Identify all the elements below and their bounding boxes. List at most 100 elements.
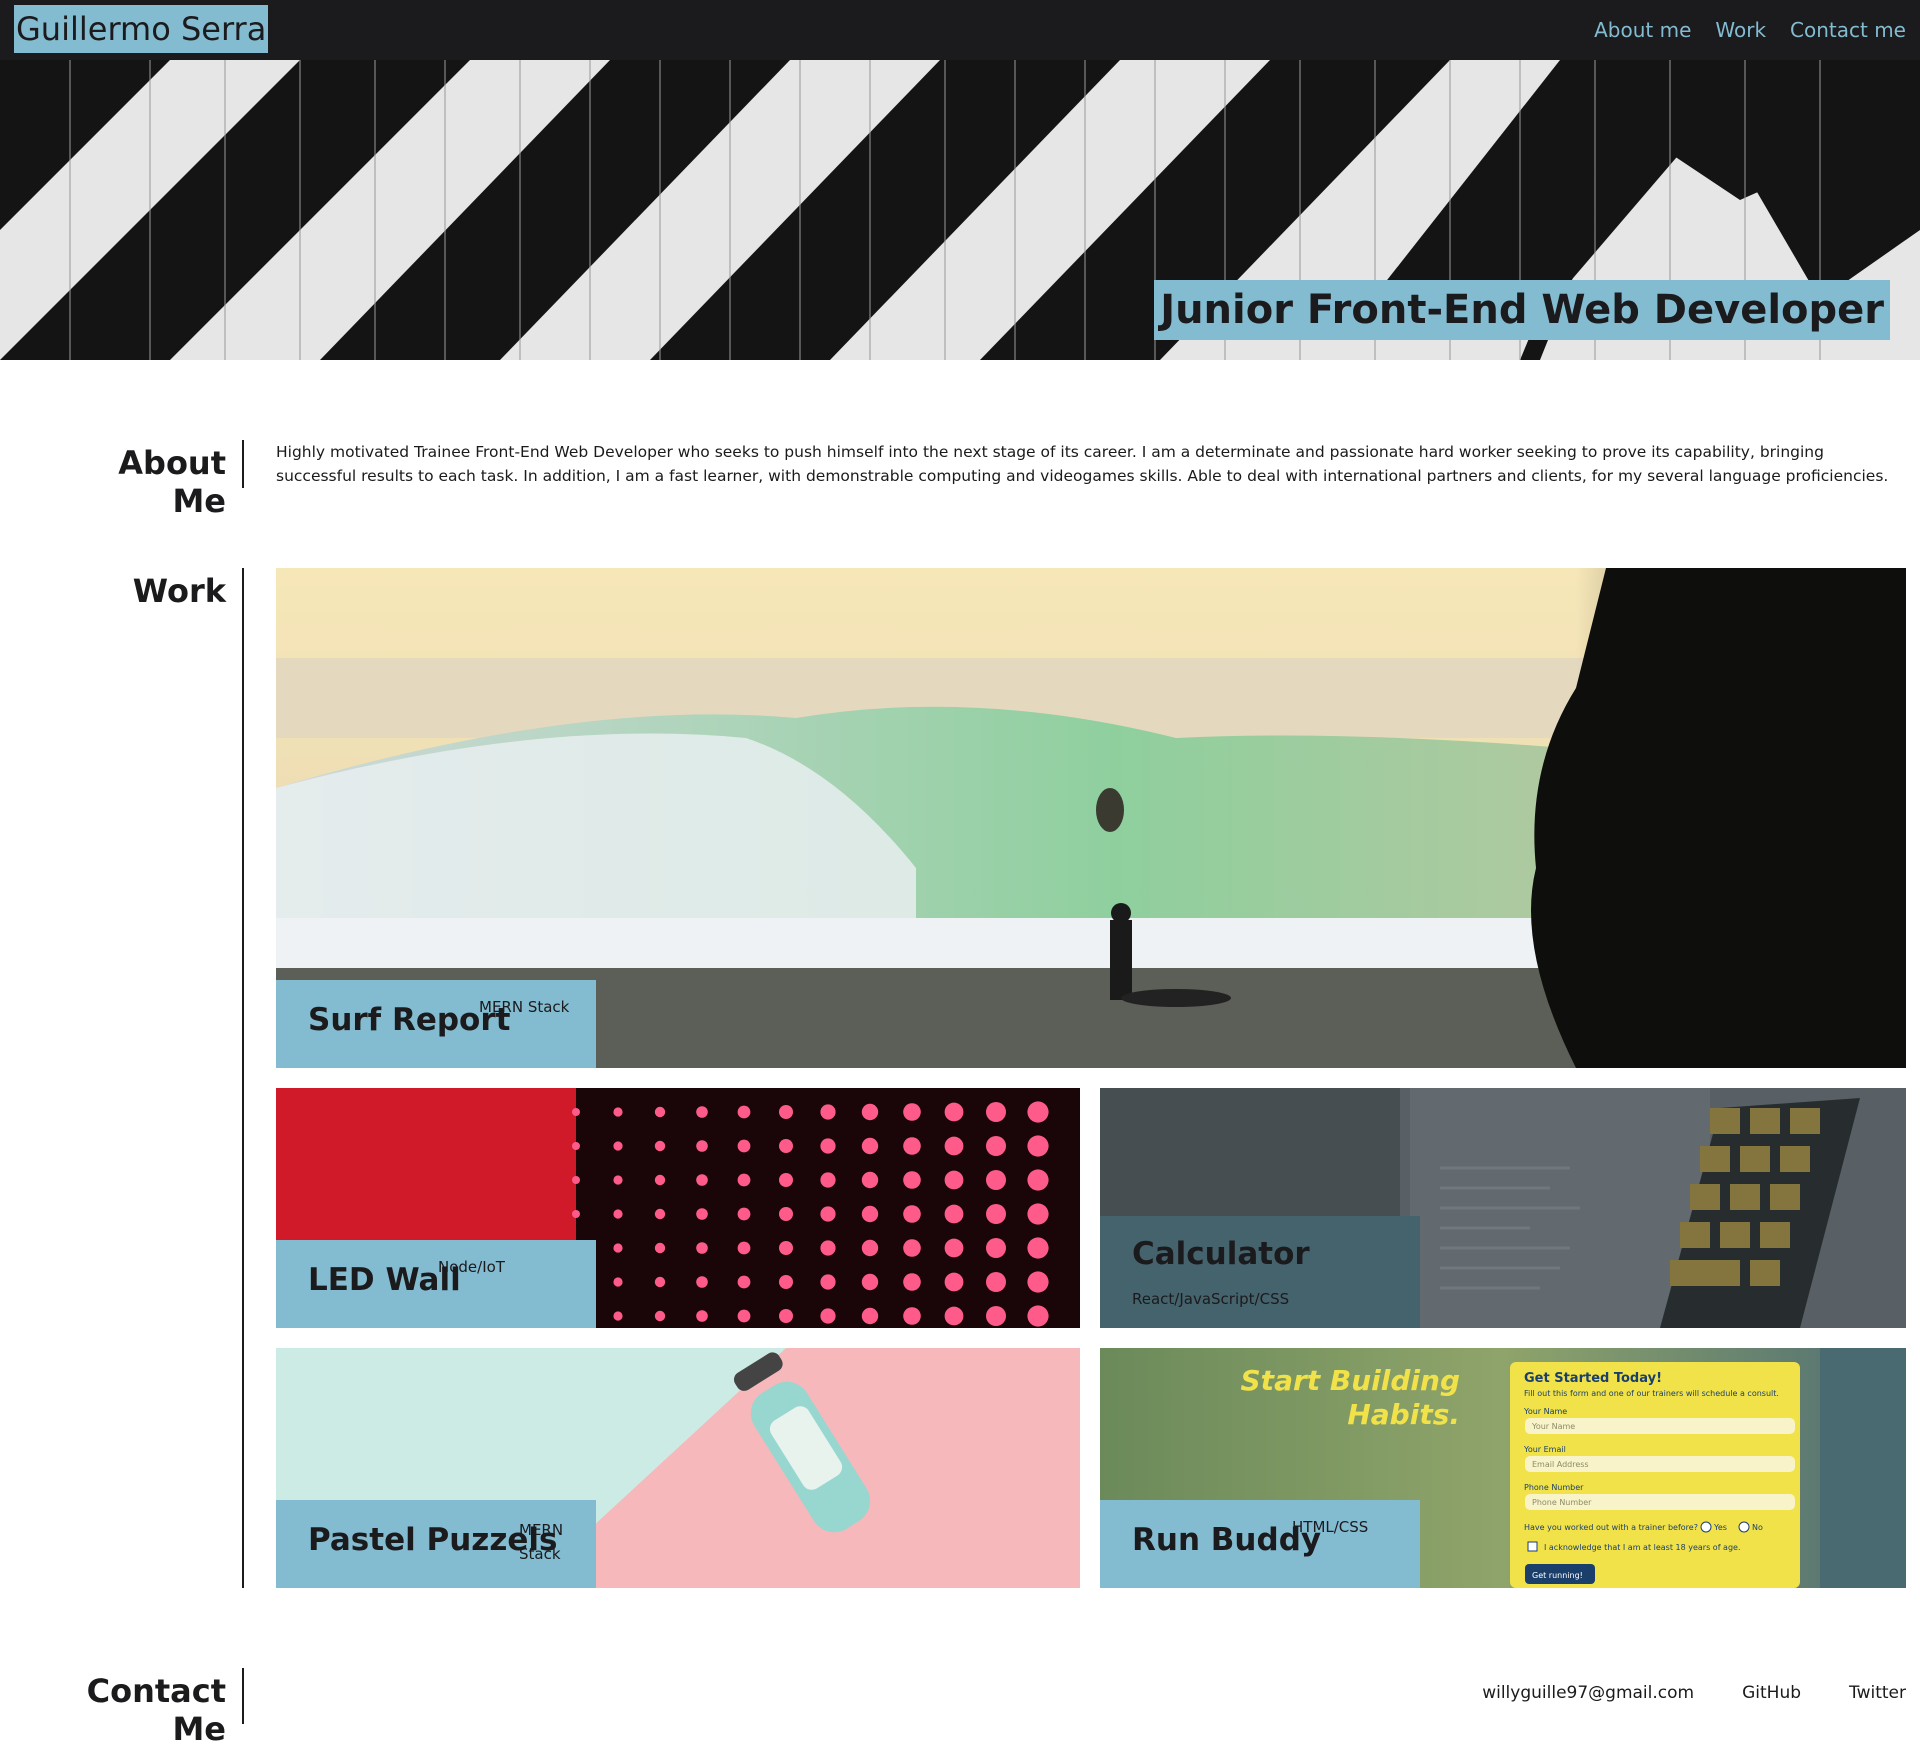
led-dot [654, 1276, 666, 1288]
led-dot [1027, 1135, 1049, 1157]
rb-email-label: Your Email [1523, 1445, 1566, 1454]
led-dot [861, 1103, 879, 1121]
led-dot [903, 1103, 921, 1121]
contact-heading: Contact Me [86, 1672, 226, 1748]
rb-headline-2: Habits. [1347, 1398, 1460, 1431]
led-dot [696, 1106, 708, 1118]
top-navbar: Guillermo Serra About me Work Contact me [0, 0, 1920, 60]
led-dot [944, 1170, 964, 1190]
contact-email-link[interactable]: willyguille97@gmail.com [1482, 1683, 1694, 1703]
rb-button: Get running! [1532, 1571, 1583, 1580]
led-dot [613, 1277, 623, 1287]
led-dot [986, 1102, 1006, 1122]
led-dot [737, 1241, 751, 1255]
led-dot [654, 1310, 666, 1322]
led-dot [986, 1204, 1006, 1224]
calculator-stack: React/JavaScript/CSS [1132, 1290, 1290, 1308]
led-dot [737, 1173, 751, 1187]
led-dot [696, 1310, 708, 1322]
led-dot [696, 1242, 708, 1254]
led-dot [696, 1276, 708, 1288]
led-dot [1027, 1169, 1049, 1191]
led-dot [986, 1170, 1006, 1190]
rb-name-input: Your Name [1531, 1422, 1575, 1431]
hero-title: Junior Front-End Web Developer [1154, 280, 1890, 340]
led-dot [861, 1307, 879, 1325]
led-dot [737, 1207, 751, 1221]
project-card-surf-report[interactable]: Surf Report MERN Stack [276, 568, 1906, 1068]
led-dot [613, 1243, 623, 1253]
nav-link-work[interactable]: Work [1715, 18, 1766, 42]
calculator-title: Calculator [1132, 1236, 1310, 1272]
rb-headline-1: Start Building [1241, 1364, 1460, 1397]
about-text: Highly motivated Trainee Front-End Web D… [276, 443, 1889, 485]
led-dot [696, 1140, 708, 1152]
led-dot [696, 1174, 708, 1186]
led-dot [986, 1306, 1006, 1326]
brand-name[interactable]: Guillermo Serra [14, 5, 269, 53]
led-dot [613, 1107, 623, 1117]
led-dot [820, 1172, 836, 1188]
led-dot [779, 1309, 793, 1323]
led-dot [820, 1240, 836, 1256]
project-card-calculator[interactable]: Calculator React/JavaScript/CSS [1100, 1088, 1906, 1328]
rb-ack: I acknowledge that I am at least 18 year… [1544, 1543, 1741, 1552]
project-card-led-wall[interactable]: LED Wall Node/IoT [276, 1088, 1080, 1328]
led-dot [654, 1208, 666, 1220]
work-heading: Work [132, 572, 226, 610]
led-dot [737, 1105, 751, 1119]
nav-link-about[interactable]: About me [1594, 18, 1691, 42]
led-dot [572, 1210, 580, 1218]
contact-twitter-link[interactable]: Twitter [1849, 1683, 1906, 1703]
project-card-run-buddy[interactable]: Start Building Habits. Get Started Today… [1100, 1348, 1906, 1588]
contact-github-link[interactable]: GitHub [1742, 1683, 1801, 1703]
led-dot [779, 1173, 793, 1187]
led-dot [861, 1171, 879, 1189]
calculator-label: Calculator React/JavaScript/CSS [1100, 1216, 1420, 1328]
rb-form-title: Get Started Today! [1524, 1371, 1662, 1386]
led-dot [903, 1205, 921, 1223]
led-dot [820, 1138, 836, 1154]
led-dot [944, 1272, 964, 1292]
rb-no: No [1752, 1523, 1763, 1532]
pastel-puzzels-label: Pastel Puzzels MERN Stack [276, 1500, 596, 1588]
contact-links: willyguille97@gmail.com GitHub Twitter [1482, 1683, 1906, 1703]
led-dot [944, 1204, 964, 1224]
nav-link-contact[interactable]: Contact me [1790, 18, 1906, 42]
rb-name-label: Your Name [1523, 1407, 1567, 1416]
surf-report-stack: MERN Stack [479, 998, 570, 1016]
led-dot [986, 1238, 1006, 1258]
led-dot [820, 1308, 836, 1324]
led-dot [779, 1105, 793, 1119]
led-dot [779, 1207, 793, 1221]
rb-phone-label: Phone Number [1524, 1483, 1584, 1492]
led-dot [1027, 1237, 1049, 1259]
led-dot [779, 1139, 793, 1153]
led-dot [737, 1139, 751, 1153]
led-dot [944, 1306, 964, 1326]
led-dot [986, 1136, 1006, 1156]
led-dot [613, 1175, 623, 1185]
led-dot [1027, 1305, 1049, 1327]
pastel-puzzels-stack: MERN Stack [519, 1521, 564, 1563]
rb-email-input: Email Address [1532, 1460, 1589, 1469]
contact-divider [242, 1668, 244, 1724]
led-dot [737, 1309, 751, 1323]
led-dot [572, 1108, 580, 1116]
led-dot [903, 1273, 921, 1291]
led-dot [861, 1273, 879, 1291]
led-dot [1027, 1101, 1049, 1123]
rb-question: Have you worked out with a trainer befor… [1524, 1523, 1698, 1532]
led-dot [654, 1242, 666, 1254]
led-dot [861, 1239, 879, 1257]
led-dot [654, 1106, 666, 1118]
led-dot [779, 1275, 793, 1289]
led-dot [861, 1137, 879, 1155]
led-dot [1027, 1271, 1049, 1293]
project-card-pastel-puzzels[interactable]: Pastel Puzzels MERN Stack [276, 1348, 1080, 1588]
led-dot [696, 1208, 708, 1220]
led-dot [903, 1239, 921, 1257]
led-dot [903, 1137, 921, 1155]
about-divider [242, 440, 244, 488]
run-buddy-label: Run Buddy HTML/CSS [1100, 1500, 1420, 1588]
